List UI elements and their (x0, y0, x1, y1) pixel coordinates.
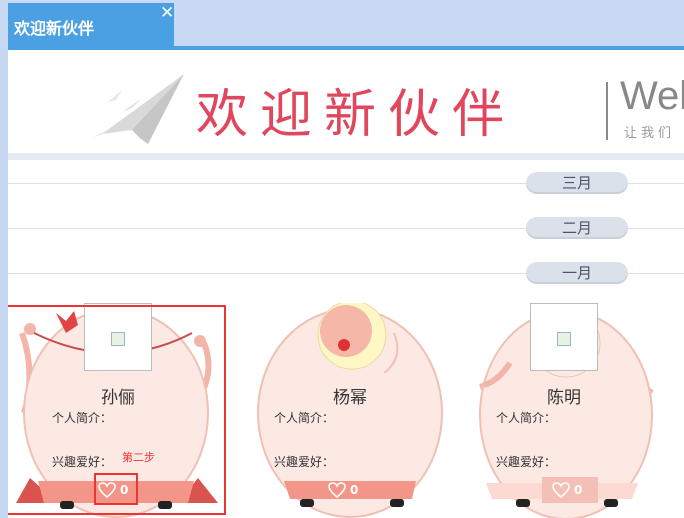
month-march[interactable]: 三月 (526, 172, 628, 194)
like-button[interactable]: 0 (542, 477, 598, 503)
heart-outline-icon (328, 482, 346, 498)
avatar (530, 303, 598, 371)
member-card: 杨幂 个人简介： 兴趣爱好： 0 (244, 303, 466, 518)
banner-welcome: Wel (620, 74, 684, 118)
month-january[interactable]: 一月 (526, 262, 628, 284)
close-icon[interactable]: ✕ (160, 3, 174, 23)
banner-divider-band (8, 153, 684, 160)
intro-label: 个人简介： (274, 411, 335, 425)
annotation-card-frame (8, 305, 226, 515)
member-name: 陈明 (547, 388, 581, 408)
month-february[interactable]: 二月 (526, 217, 628, 239)
tab-title: 欢迎新伙伴 (14, 19, 95, 38)
intro-label: 个人简介： (496, 411, 557, 425)
like-count: 0 (350, 483, 359, 497)
member-name: 杨幂 (333, 388, 367, 408)
member-cards: 孙俪 个人简介： 兴趣爱好： 0 第二步 杨幂 个人简介： 兴趣爱好： 0 陈明… (8, 303, 684, 518)
annotation-step: 第二步 (122, 451, 155, 464)
banner-title: 欢迎新伙伴 (196, 85, 517, 145)
member-card: 孙俪 个人简介： 兴趣爱好： 0 第二步 (8, 303, 230, 518)
month-timeline: 三月 二月 一月 (8, 160, 684, 305)
paper-plane-icon (92, 74, 184, 144)
tab-bar: 欢迎新伙伴 ✕ (0, 0, 684, 48)
tab-welcome[interactable]: 欢迎新伙伴 ✕ (8, 3, 174, 48)
like-count: 0 (574, 483, 583, 497)
banner-divider (606, 82, 608, 140)
broken-image-icon (557, 332, 571, 346)
content-panel: 欢迎新伙伴 Wel 让我们 三月 二月 一月 孙俪 个人简介： 兴趣爱好： 0 … (8, 50, 684, 518)
hobby-label: 兴趣爱好： (274, 455, 335, 469)
banner: 欢迎新伙伴 Wel 让我们 (8, 50, 684, 154)
member-card: 陈明 个人简介： 兴趣爱好： 0 (466, 303, 684, 518)
like-button[interactable]: 0 (328, 477, 358, 503)
hobby-label: 兴趣爱好： (496, 455, 557, 469)
heart-outline-icon (552, 482, 570, 498)
banner-subtitle: 让我们 (624, 126, 676, 141)
